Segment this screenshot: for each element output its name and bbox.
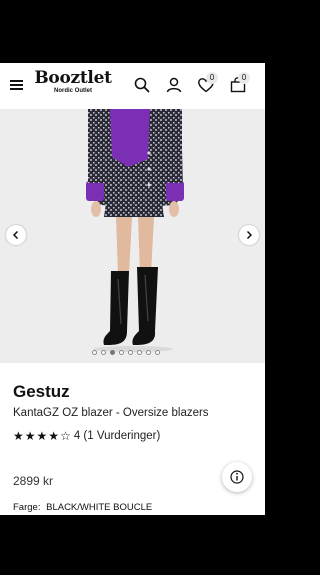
product-brand[interactable]: Gestuz: [13, 382, 70, 402]
star-icon: ★: [36, 429, 48, 443]
info-icon: [230, 470, 244, 484]
carousel-dot[interactable]: [110, 350, 115, 355]
color-label: Farge:: [13, 502, 41, 513]
favorites-badge: 0: [206, 72, 218, 84]
info-button[interactable]: [222, 462, 252, 492]
product-image[interactable]: [0, 109, 265, 363]
color-selector[interactable]: Farge: BLACK/WHITE BOUCLE: [13, 502, 152, 513]
favorites-button[interactable]: 0: [197, 72, 218, 94]
carousel-indicators: [92, 350, 160, 356]
rating-text: 4 (1 Vurderinger): [73, 430, 161, 442]
carousel-dot[interactable]: [137, 350, 142, 355]
star-icon: ☆: [60, 429, 71, 443]
user-icon[interactable]: [165, 76, 183, 94]
carousel-dot[interactable]: [92, 350, 97, 355]
previous-image-button[interactable]: [6, 225, 26, 245]
carousel-dot[interactable]: [128, 350, 133, 355]
product-price: 2899 kr: [13, 474, 54, 488]
menu-icon[interactable]: [10, 80, 23, 90]
cart-badge: 0: [238, 72, 250, 84]
logo[interactable]: Booztlet Nordic Outlet: [32, 69, 114, 95]
star-icon: ★: [48, 429, 60, 443]
logo-subtitle: Nordic Outlet: [53, 88, 92, 94]
app-screen: Booztlet Nordic Outlet 0 0 Gestuz KantaG…: [0, 63, 265, 515]
product-name: KantaGZ OZ blazer - Oversize blazers: [13, 407, 209, 419]
carousel-dot[interactable]: [101, 350, 106, 355]
carousel-dot[interactable]: [119, 350, 124, 355]
rating-stars: ★★★★☆: [13, 429, 72, 443]
star-icon: ★: [13, 429, 24, 443]
logo-title: Booztlet: [34, 68, 112, 88]
chevron-right-icon: [246, 230, 253, 240]
next-image-button[interactable]: [239, 225, 259, 245]
search-icon[interactable]: [133, 76, 151, 94]
cart-button[interactable]: 0: [229, 72, 250, 94]
carousel-dot[interactable]: [146, 350, 151, 355]
product-photo-illustration: [0, 109, 265, 363]
product-rating[interactable]: ★★★★☆ 4 (1 Vurderinger): [13, 429, 160, 443]
color-value: BLACK/WHITE BOUCLE: [46, 502, 153, 513]
header: Booztlet Nordic Outlet 0 0: [0, 63, 265, 107]
carousel-dot[interactable]: [155, 350, 160, 355]
star-icon: ★: [24, 429, 36, 443]
chevron-left-icon: [12, 230, 19, 240]
